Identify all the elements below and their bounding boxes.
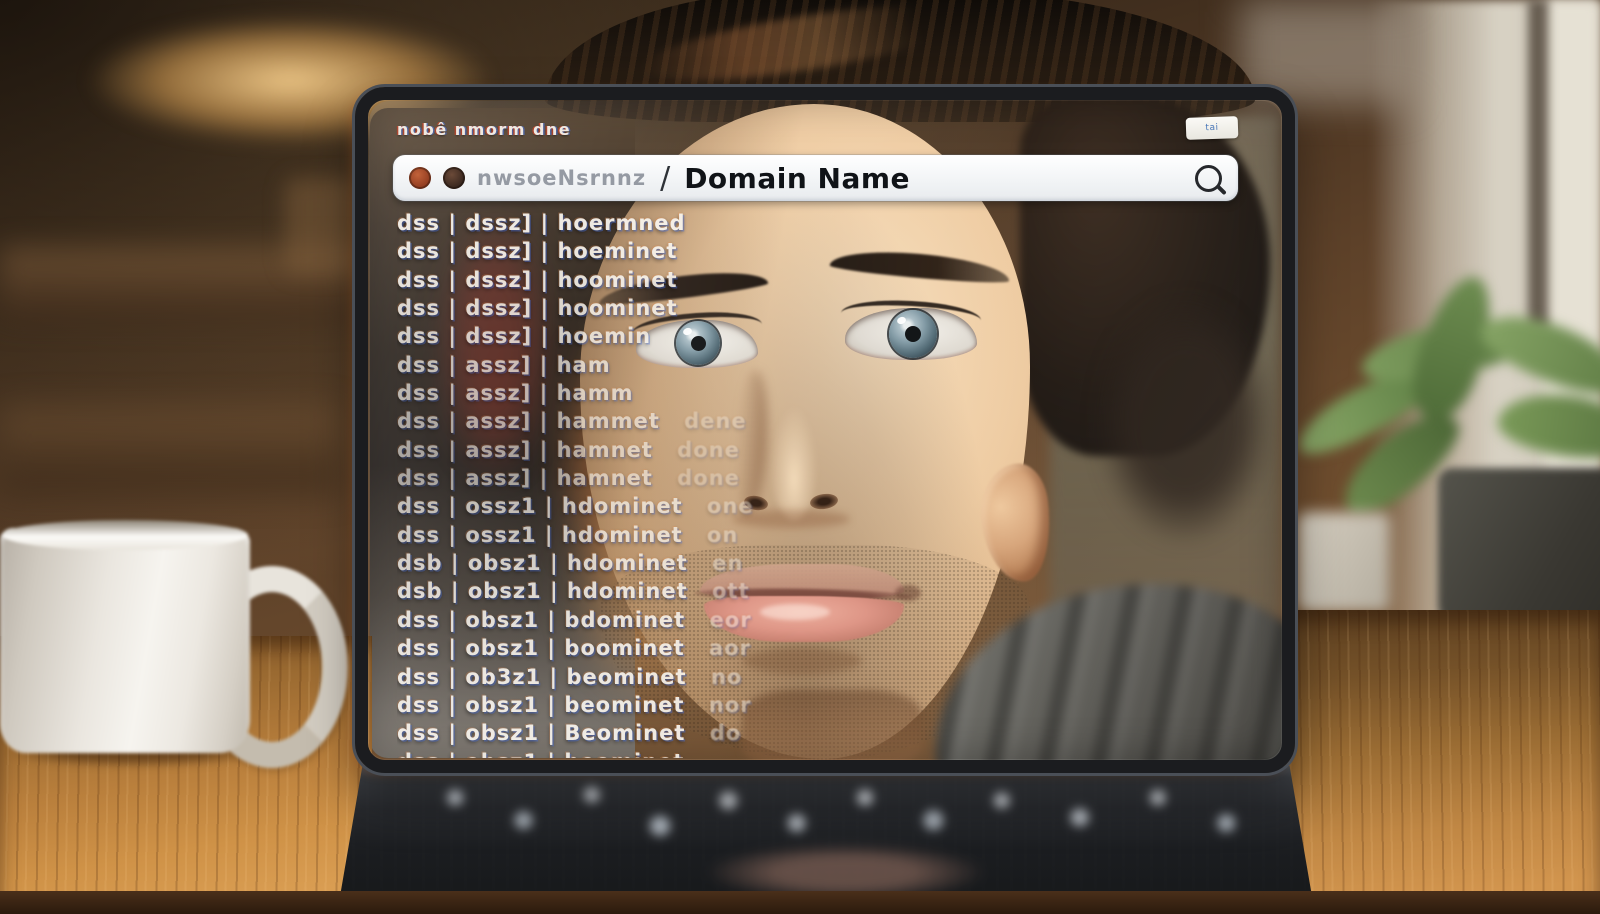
search-bar[interactable]: nwsoeNsrnnz / Domain Name	[393, 155, 1238, 201]
result-row-text: dss | dssz] | hoominet	[397, 268, 678, 292]
result-row-extra-text: eor	[710, 608, 752, 632]
result-row[interactable]: dss | assz] | ham	[397, 351, 957, 379]
result-row-text: dss | obsz1 | Beominet	[397, 721, 685, 745]
result-row-text: dss | assz] | hamm	[397, 381, 634, 405]
result-row[interactable]: dss | dssz] | hoermned	[397, 209, 957, 237]
result-row[interactable]: dss | obsz1 | bdominet eor	[397, 606, 957, 634]
result-row[interactable]: dss | ossz1 | hdominet one	[397, 492, 957, 520]
result-row-extra-text: done	[677, 438, 740, 462]
browser-titlebar-text: nobê nmorm dne	[397, 120, 571, 140]
favicon-dot-brown	[443, 167, 465, 189]
laptop-keyboard	[338, 766, 1314, 908]
result-row[interactable]: dss | ob3z1 | beominet no	[397, 663, 957, 691]
mug-body	[0, 528, 250, 753]
result-row[interactable]: dss | obsz1 | beominet	[397, 748, 957, 758]
wooden-table	[1283, 610, 1600, 914]
result-row[interactable]: dss | dssz] | hoominet	[397, 294, 957, 322]
result-row-text: dss | obsz1 | boominet	[397, 636, 685, 660]
result-row[interactable]: dss | ossz1 | hdominet on	[397, 521, 957, 549]
keyboard-bokeh-reflections	[338, 766, 1314, 908]
result-row-text: dsb | obsz1 | hdominet	[397, 579, 688, 603]
result-row-text: dss | obsz1 | bdominet	[397, 608, 685, 632]
result-row-extra-text: aor	[709, 636, 751, 660]
result-row[interactable]: dsb | obsz1 | hdominet ott	[397, 577, 957, 605]
mug-rim	[2, 520, 248, 550]
result-row-text: dss | ossz1 | hdominet	[397, 494, 683, 518]
result-row-text: dsb | obsz1 | hdominet	[397, 551, 688, 575]
result-row[interactable]: dsb | obsz1 | hdominet en	[397, 549, 957, 577]
result-row[interactable]: dss | dssz] | hoemin	[397, 322, 957, 350]
result-row-text: dss | dssz] | hoemin	[397, 324, 651, 348]
shelf	[0, 408, 340, 492]
table-edge	[0, 891, 1600, 914]
result-row[interactable]: dss | dssz] | hoominet	[397, 266, 957, 294]
result-row-extra-text: one	[707, 494, 754, 518]
shelf-jar	[285, 178, 355, 274]
result-row-extra-text: dene	[684, 409, 746, 433]
result-row-text: dss | dssz] | hoominet	[397, 296, 678, 320]
browser-badge[interactable]: tai	[1186, 116, 1239, 140]
result-row-extra-text: ott	[712, 579, 750, 603]
result-row[interactable]: dss | assz] | hamnet done	[397, 436, 957, 464]
result-row-extra-text: do	[710, 721, 741, 745]
coffee-mug	[0, 518, 300, 768]
result-row-extra-text: on	[707, 523, 738, 547]
plant-pot	[1438, 468, 1600, 628]
result-row[interactable]: dss | obsz1 | beominet nor	[397, 691, 957, 719]
plant-leaf	[1495, 387, 1600, 466]
result-row-extra-text: done	[677, 466, 740, 490]
result-row-text: dss | assz] | hamnet	[397, 466, 653, 490]
result-row-extra-text: nor	[709, 693, 752, 717]
search-url-prefix: nwsoeNsrnnz	[477, 166, 646, 190]
result-row-text: dss | dssz] | hoermned	[397, 211, 686, 235]
results-list: dss | dssz] | hoermned dss | dssz] | hoe…	[397, 209, 957, 758]
magnifier-icon[interactable]	[1195, 165, 1222, 192]
result-row[interactable]: dss | assz] | hamnet done	[397, 464, 957, 492]
scene: nobê nmorm dne tai nwsoeNsrnnz / Domain …	[0, 0, 1600, 914]
result-row-text: dss | ob3z1 | beominet	[397, 665, 687, 689]
result-row-text: dss | dssz] | hoeminet	[397, 239, 677, 263]
result-row[interactable]: dss | obsz1 | boominet aor	[397, 634, 957, 662]
result-row[interactable]: dss | obsz1 | Beominet do	[397, 719, 957, 747]
result-row-text: dss | obsz1 | beominet	[397, 693, 684, 717]
favicon-dot-red	[409, 167, 431, 189]
result-row-text: dss | ossz1 | hdominet	[397, 523, 683, 547]
result-row-text: dss | assz] | hamnet	[397, 438, 653, 462]
result-row-text: dss | assz] | ham	[397, 353, 611, 377]
result-row-extra-text: en	[712, 551, 743, 575]
result-row-text: dss | obsz1 | beominet	[397, 750, 684, 758]
result-row[interactable]: dss | dssz] | hoeminet	[397, 237, 957, 265]
search-query-text: Domain Name	[684, 162, 910, 195]
result-row[interactable]: dss | assz] | hamm	[397, 379, 957, 407]
background-cup	[1298, 512, 1390, 612]
result-row[interactable]: dss | assz] | hammet dene	[397, 407, 957, 435]
search-separator: /	[660, 161, 670, 196]
result-row-extra-text: no	[711, 665, 742, 689]
result-row-text: dss | assz] | hammet	[397, 409, 660, 433]
